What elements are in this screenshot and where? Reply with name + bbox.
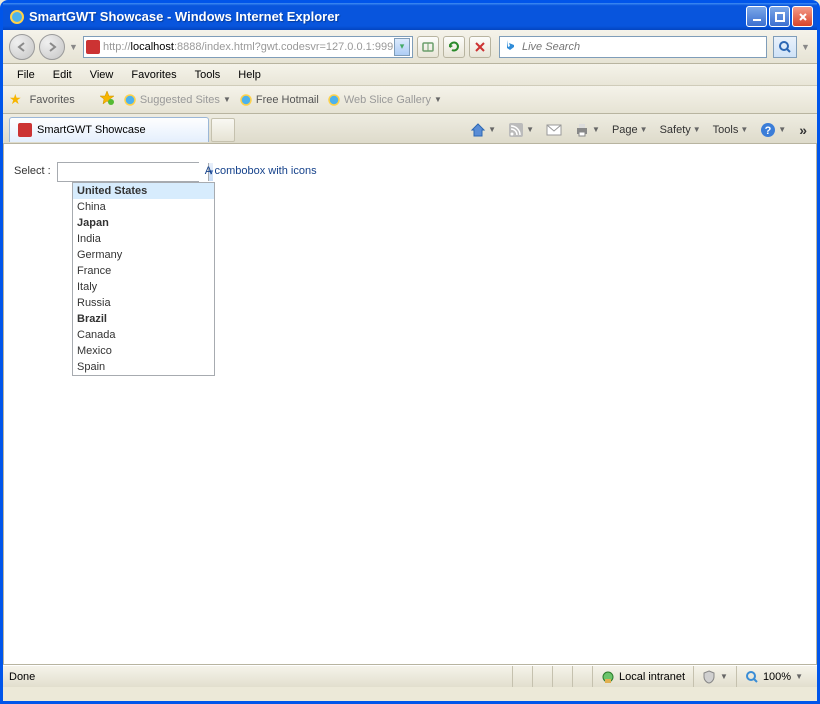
address-bar[interactable]: http://localhost:8888/index.html?gwt.cod… [83, 36, 413, 58]
mail-icon [546, 123, 562, 137]
window-titlebar: SmartGWT Showcase - Windows Internet Exp… [3, 3, 817, 30]
menu-favorites[interactable]: Favorites [123, 67, 184, 83]
compatibility-view-button[interactable] [417, 36, 439, 58]
dropdown-option[interactable]: Japan [73, 215, 214, 231]
stop-button[interactable] [469, 36, 491, 58]
ie-logo-icon [9, 9, 25, 25]
favorites-star-icon: ★ [9, 91, 22, 108]
refresh-button[interactable] [443, 36, 465, 58]
toolbar-overflow-button[interactable]: » [795, 122, 811, 138]
help-icon: ? [760, 122, 776, 138]
select-label: Select : [14, 162, 51, 177]
country-combobox[interactable]: ▾ [57, 162, 199, 182]
dropdown-option[interactable]: United States [73, 183, 214, 199]
dropdown-option[interactable]: Spain [73, 359, 214, 375]
address-text: http://localhost:8888/index.html?gwt.cod… [103, 41, 394, 53]
compat-icon [421, 40, 435, 54]
search-box[interactable] [499, 36, 767, 58]
search-icon [778, 40, 792, 54]
window-maximize-button[interactable] [769, 6, 790, 27]
window-close-button[interactable] [792, 6, 813, 27]
svg-text:?: ? [765, 125, 772, 137]
arrow-left-icon [16, 41, 28, 53]
menu-bar: File Edit View Favorites Tools Help [3, 64, 817, 86]
status-panel-2 [532, 666, 552, 687]
zoom-control[interactable]: 100% ▼ [736, 666, 811, 687]
safety-menu[interactable]: Safety▼ [657, 122, 704, 138]
status-panel-3 [552, 666, 572, 687]
tab-title: SmartGWT Showcase [37, 124, 146, 136]
command-bar: ▼ ▼ ▼ Page▼ Safety▼ Tools▼ ?▼ » [467, 120, 811, 140]
country-combobox-input[interactable] [58, 163, 208, 181]
favorites-bar: ★ Favorites Suggested Sites▼ Free Hotmai… [3, 86, 817, 114]
back-button[interactable] [9, 34, 35, 60]
tools-menu[interactable]: Tools▼ [710, 122, 752, 138]
status-panel-1 [512, 666, 532, 687]
site-favicon-icon [86, 40, 100, 54]
tab-bar: SmartGWT Showcase ▼ ▼ ▼ Page▼ Safety▼ To… [3, 114, 817, 144]
dropdown-option[interactable]: China [73, 199, 214, 215]
search-provider-dropdown[interactable]: ▼ [801, 42, 811, 52]
zoom-icon [745, 670, 759, 684]
status-text: Done [9, 671, 35, 683]
menu-file[interactable]: File [9, 67, 43, 83]
stop-icon [474, 41, 486, 53]
search-button[interactable] [773, 36, 797, 58]
home-button[interactable]: ▼ [467, 120, 499, 140]
add-favorite-icon[interactable] [99, 90, 115, 109]
ie-page-icon [327, 93, 341, 107]
address-dropdown-button[interactable]: ▾ [394, 38, 410, 56]
forward-button[interactable] [39, 34, 65, 60]
tab-favicon-icon [18, 123, 32, 137]
bing-icon [504, 39, 516, 54]
window-minimize-button[interactable] [746, 6, 767, 27]
shield-icon [702, 670, 716, 684]
ie-page-icon [239, 93, 253, 107]
dropdown-option[interactable]: Canada [73, 327, 214, 343]
menu-help[interactable]: Help [230, 67, 269, 83]
zone-icon [601, 670, 615, 684]
dropdown-option[interactable]: Mexico [73, 343, 214, 359]
new-tab-button[interactable] [211, 118, 235, 142]
window-title: SmartGWT Showcase - Windows Internet Exp… [29, 9, 746, 24]
refresh-icon [447, 40, 461, 54]
web-slice-gallery-link[interactable]: Web Slice Gallery▼ [327, 93, 442, 107]
menu-edit[interactable]: Edit [45, 67, 80, 83]
nav-history-dropdown[interactable]: ▼ [69, 42, 79, 52]
security-zone[interactable]: Local intranet [592, 666, 693, 687]
menu-tools[interactable]: Tools [187, 67, 229, 83]
free-hotmail-link[interactable]: Free Hotmail [239, 93, 319, 107]
dropdown-option[interactable]: Brazil [73, 311, 214, 327]
status-bar: Done Local intranet ▼ 100% ▼ [3, 665, 817, 687]
dropdown-option[interactable]: Germany [73, 247, 214, 263]
menu-view[interactable]: View [82, 67, 122, 83]
read-mail-button[interactable] [543, 121, 565, 139]
favorites-button[interactable]: Favorites [30, 94, 75, 106]
protected-mode[interactable]: ▼ [693, 666, 736, 687]
feeds-button[interactable]: ▼ [505, 120, 537, 140]
navigation-bar: ▼ http://localhost:8888/index.html?gwt.c… [3, 30, 817, 64]
home-icon [470, 122, 486, 138]
page-menu[interactable]: Page▼ [609, 122, 651, 138]
rss-icon [508, 122, 524, 138]
arrow-right-icon [46, 41, 58, 53]
suggested-sites-link[interactable]: Suggested Sites▼ [123, 93, 231, 107]
page-content: Select : ▾ A combobox with icons United … [3, 144, 817, 665]
dropdown-option[interactable]: India [73, 231, 214, 247]
tab-active[interactable]: SmartGWT Showcase [9, 117, 209, 142]
dropdown-option[interactable]: Russia [73, 295, 214, 311]
ie-page-icon [123, 93, 137, 107]
combobox-description: A combobox with icons [205, 162, 317, 177]
printer-icon [574, 122, 590, 138]
help-button[interactable]: ?▼ [757, 120, 789, 140]
print-button[interactable]: ▼ [571, 120, 603, 140]
search-input[interactable] [520, 40, 762, 54]
dropdown-option[interactable]: Italy [73, 279, 214, 295]
dropdown-option[interactable]: France [73, 263, 214, 279]
status-panel-4 [572, 666, 592, 687]
country-dropdown-list: United StatesChinaJapanIndiaGermanyFranc… [72, 182, 215, 376]
